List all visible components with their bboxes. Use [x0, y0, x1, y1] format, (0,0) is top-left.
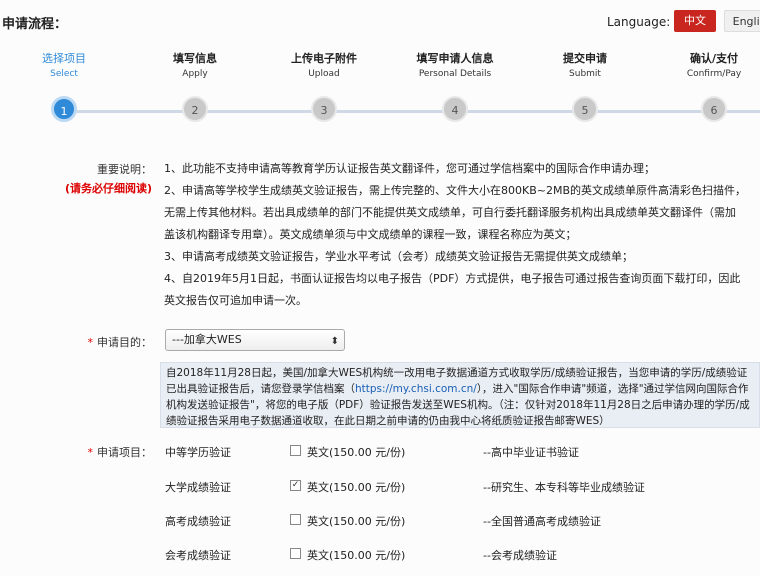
step-label-zh: 上传电子附件 — [291, 52, 357, 65]
step-label-en: Upload — [308, 69, 340, 79]
step-number: 1 — [51, 96, 77, 122]
item-description: --会考成绩验证 — [483, 549, 557, 562]
wes-notice: 自2018年11月28日起，美国/加拿大WES机构统一改用电子数据通道方式收取学… — [160, 362, 760, 428]
step-apply: 填写信息 Apply 2 — [125, 50, 265, 122]
item-row-gaokao: 高考成绩验证 英文(150.00 元/份) --全国普通高考成绩验证 — [165, 510, 760, 530]
item-option: 英文(150.00 元/份) — [307, 549, 406, 562]
step-personal-details: 填写申请人信息 Personal Details 4 — [385, 50, 525, 122]
step-number: 4 — [442, 96, 468, 122]
important-notes: 1、此功能不支持申请高等教育学历认证报告英文翻译件，您可通过学信档案中的国际合作… — [164, 158, 760, 312]
purpose-select[interactable]: ---加拿大WES ⬍ — [165, 329, 345, 351]
note-line: 盖该机构翻译专用章）。英文成绩单须与中文成绩单的课程一致，课程名称应为英文； — [164, 228, 577, 241]
required-star: * — [87, 336, 94, 349]
item-name: 高考成绩验证 — [165, 515, 231, 528]
important-notes-label: 重要说明： — [97, 163, 152, 176]
required-star: * — [87, 446, 94, 459]
step-label-en: Confirm/Pay — [686, 69, 742, 79]
step-upload: 上传电子附件 Upload 3 — [254, 50, 394, 122]
purpose-label-text: 申请目的： — [97, 336, 152, 349]
purpose-selected-value: ---加拿大WES — [172, 333, 242, 346]
language-chinese-button[interactable]: 中文 — [674, 10, 716, 32]
item-checkbox[interactable]: ✓ — [290, 480, 301, 491]
item-name: 会考成绩验证 — [165, 549, 231, 562]
step-label-en: Apply — [182, 69, 208, 79]
item-name: 中等学历验证 — [165, 446, 231, 459]
items-label: * 申请项目： — [60, 444, 153, 460]
note-line: 英文报告仅可追加申请一次。 — [164, 294, 307, 307]
step-label-zh: 填写申请人信息 — [416, 52, 494, 65]
step-label-zh: 选择项目 — [42, 52, 86, 65]
item-checkbox[interactable] — [290, 548, 301, 559]
item-option: 英文(150.00 元/份) — [307, 515, 406, 528]
item-option: 英文(150.00 元/份) — [307, 446, 406, 459]
items-label-text: 申请项目： — [97, 446, 152, 459]
step-number: 3 — [311, 96, 337, 122]
step-label-zh: 确认/支付 — [689, 52, 739, 65]
item-description: --研究生、本专科等毕业成绩验证 — [483, 481, 645, 494]
purpose-label: * 申请目的： — [60, 334, 153, 350]
item-row-university: 大学成绩验证 ✓ 英文(150.00 元/份) --研究生、本专科等毕业成绩验证 — [165, 476, 760, 496]
flow-title: 申请流程： — [2, 17, 68, 32]
step-progress-line — [64, 110, 760, 113]
read-carefully-warning: (请务必仔细阅读) — [64, 182, 152, 195]
language-label: Language: — [607, 15, 671, 29]
step-label-zh: 提交申请 — [563, 52, 607, 65]
step-confirm-pay: 确认/支付 Confirm/Pay 6 — [644, 50, 760, 122]
step-label-en: Select — [50, 69, 78, 79]
step-number: 2 — [182, 96, 208, 122]
top-bar: 申请流程： Language: 中文 Englis — [0, 0, 760, 42]
step-number: 6 — [701, 96, 727, 122]
step-select: 选择项目 Select 1 — [0, 50, 134, 122]
item-name: 大学成绩验证 — [165, 481, 231, 494]
item-option: 英文(150.00 元/份) — [307, 481, 406, 494]
note-line: 1、此功能不支持申请高等教育学历认证报告英文翻译件，您可通过学信档案中的国际合作… — [164, 162, 655, 175]
step-label-en: Submit — [569, 69, 601, 79]
select-caret-icon: ⬍ — [330, 336, 339, 347]
item-description: --全国普通高考成绩验证 — [483, 515, 601, 528]
step-label-zh: 填写信息 — [173, 52, 217, 65]
chsi-link[interactable]: https://my.chsi.com.cn/ — [355, 383, 477, 395]
step-submit: 提交申请 Submit 5 — [515, 50, 655, 122]
note-line: 4、自2019年5月1日起，书面认证报告均以电子报告（PDF）方式提供，电子报告… — [164, 272, 741, 285]
item-row-huikao: 会考成绩验证 英文(150.00 元/份) --会考成绩验证 — [165, 544, 760, 564]
item-checkbox[interactable] — [290, 445, 301, 456]
step-number: 5 — [572, 96, 598, 122]
language-english-button[interactable]: Englis — [724, 10, 760, 32]
note-line: 2、申请高等学校学生成绩英文验证报告，需上传完整的、文件大小在800KB~2MB… — [164, 184, 747, 197]
item-row-secondary: 中等学历验证 英文(150.00 元/份) --高中毕业证书验证 — [165, 441, 760, 461]
step-progress: 选择项目 Select 1 填写信息 Apply 2 上传电子附件 Upload… — [0, 42, 760, 132]
item-description: --高中毕业证书验证 — [483, 446, 579, 459]
step-label-en: Personal Details — [418, 69, 492, 79]
item-checkbox[interactable] — [290, 514, 301, 525]
note-line: 无需上传其他材料。若出具成绩单的部门不能提供英文成绩单，可自行委托翻译服务机构出… — [164, 206, 736, 219]
note-line: 3、申请高考成绩英文验证报告，学业水平考试（会考）成绩英文验证报告无需提供英文成… — [164, 250, 633, 263]
